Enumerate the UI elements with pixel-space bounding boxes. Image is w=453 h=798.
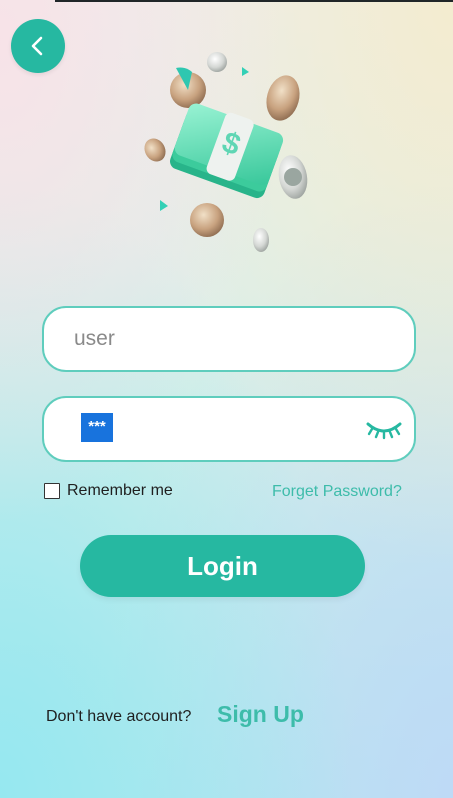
login-button[interactable]: Login: [80, 535, 365, 597]
remember-me-row[interactable]: Remember me: [44, 482, 173, 500]
password-input[interactable]: ***: [81, 413, 113, 442]
no-account-text: Don't have account?: [46, 708, 192, 725]
username-field-container: [42, 306, 416, 372]
forgot-password-link[interactable]: Forget Password?: [272, 483, 402, 501]
money-coins-illustration: $: [144, 52, 308, 252]
eye-closed-icon[interactable]: [364, 418, 404, 440]
back-button[interactable]: [11, 19, 65, 73]
remember-me-label: Remember me: [67, 482, 173, 499]
username-input[interactable]: [74, 308, 374, 370]
remember-me-checkbox[interactable]: [44, 483, 60, 499]
password-field-container: ***: [42, 396, 416, 462]
top-edge-line: [55, 0, 453, 2]
sign-up-link[interactable]: Sign Up: [217, 701, 304, 728]
chevron-left-icon: [31, 36, 43, 56]
